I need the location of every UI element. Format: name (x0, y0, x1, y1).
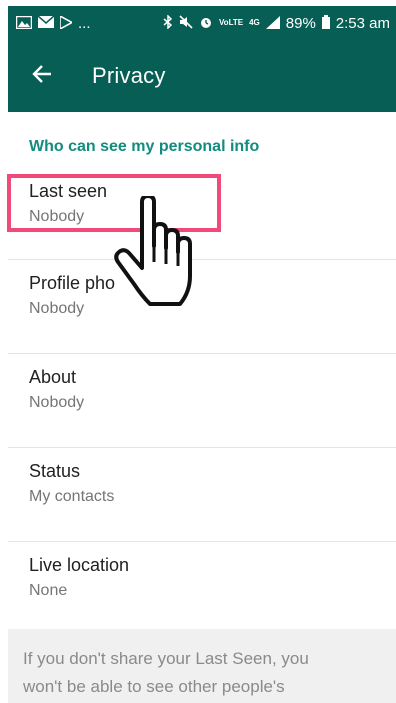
setting-status[interactable]: Status My contacts (8, 448, 396, 542)
status-time: 2:53 am (335, 14, 390, 32)
mail-icon (37, 15, 55, 30)
setting-title: Profile pho (29, 273, 116, 293)
setting-value: None (29, 582, 68, 599)
battery-icon (321, 15, 330, 31)
status-right: VoLTE 4G 89% 2:53 am (163, 14, 390, 32)
setting-value: My contacts (29, 488, 115, 505)
network-label: 4G (249, 18, 260, 27)
bluetooth-icon (163, 14, 173, 31)
info-note-line: If you don't share your Last Seen, you (23, 649, 309, 668)
back-button[interactable] (14, 48, 70, 104)
arrow-left-icon (32, 64, 52, 88)
hand-pointer-icon (112, 194, 204, 308)
section-header: Who can see my personal info (29, 138, 260, 155)
setting-title: Live location (29, 555, 130, 575)
setting-title: About (29, 367, 77, 387)
setting-live-location[interactable]: Live location None (8, 542, 396, 636)
play-store-icon (59, 14, 74, 31)
setting-about[interactable]: About Nobody (8, 354, 396, 448)
app-bar: Privacy (8, 40, 396, 112)
status-overflow: ... (78, 14, 91, 32)
status-left: ... (15, 14, 91, 32)
last-seen-info-note: If you don't share your Last Seen, you w… (8, 629, 396, 703)
setting-value: Nobody (29, 394, 85, 411)
page-title: Privacy (92, 63, 166, 88)
phone-screen: ... VoLTE 4G 89% 2:53 am Privacy Who can… (8, 6, 396, 703)
info-note-line: won't be able to see other people's (23, 677, 285, 696)
signal-icon (265, 15, 280, 31)
volte-label: VoLTE (218, 18, 244, 27)
battery-percent: 89% (285, 14, 316, 32)
setting-title: Status (29, 461, 81, 481)
image-icon (15, 15, 33, 31)
setting-value: Nobody (29, 300, 85, 317)
alarm-icon (199, 15, 213, 31)
status-bar: ... VoLTE 4G 89% 2:53 am (8, 6, 396, 40)
mute-icon (179, 15, 193, 31)
